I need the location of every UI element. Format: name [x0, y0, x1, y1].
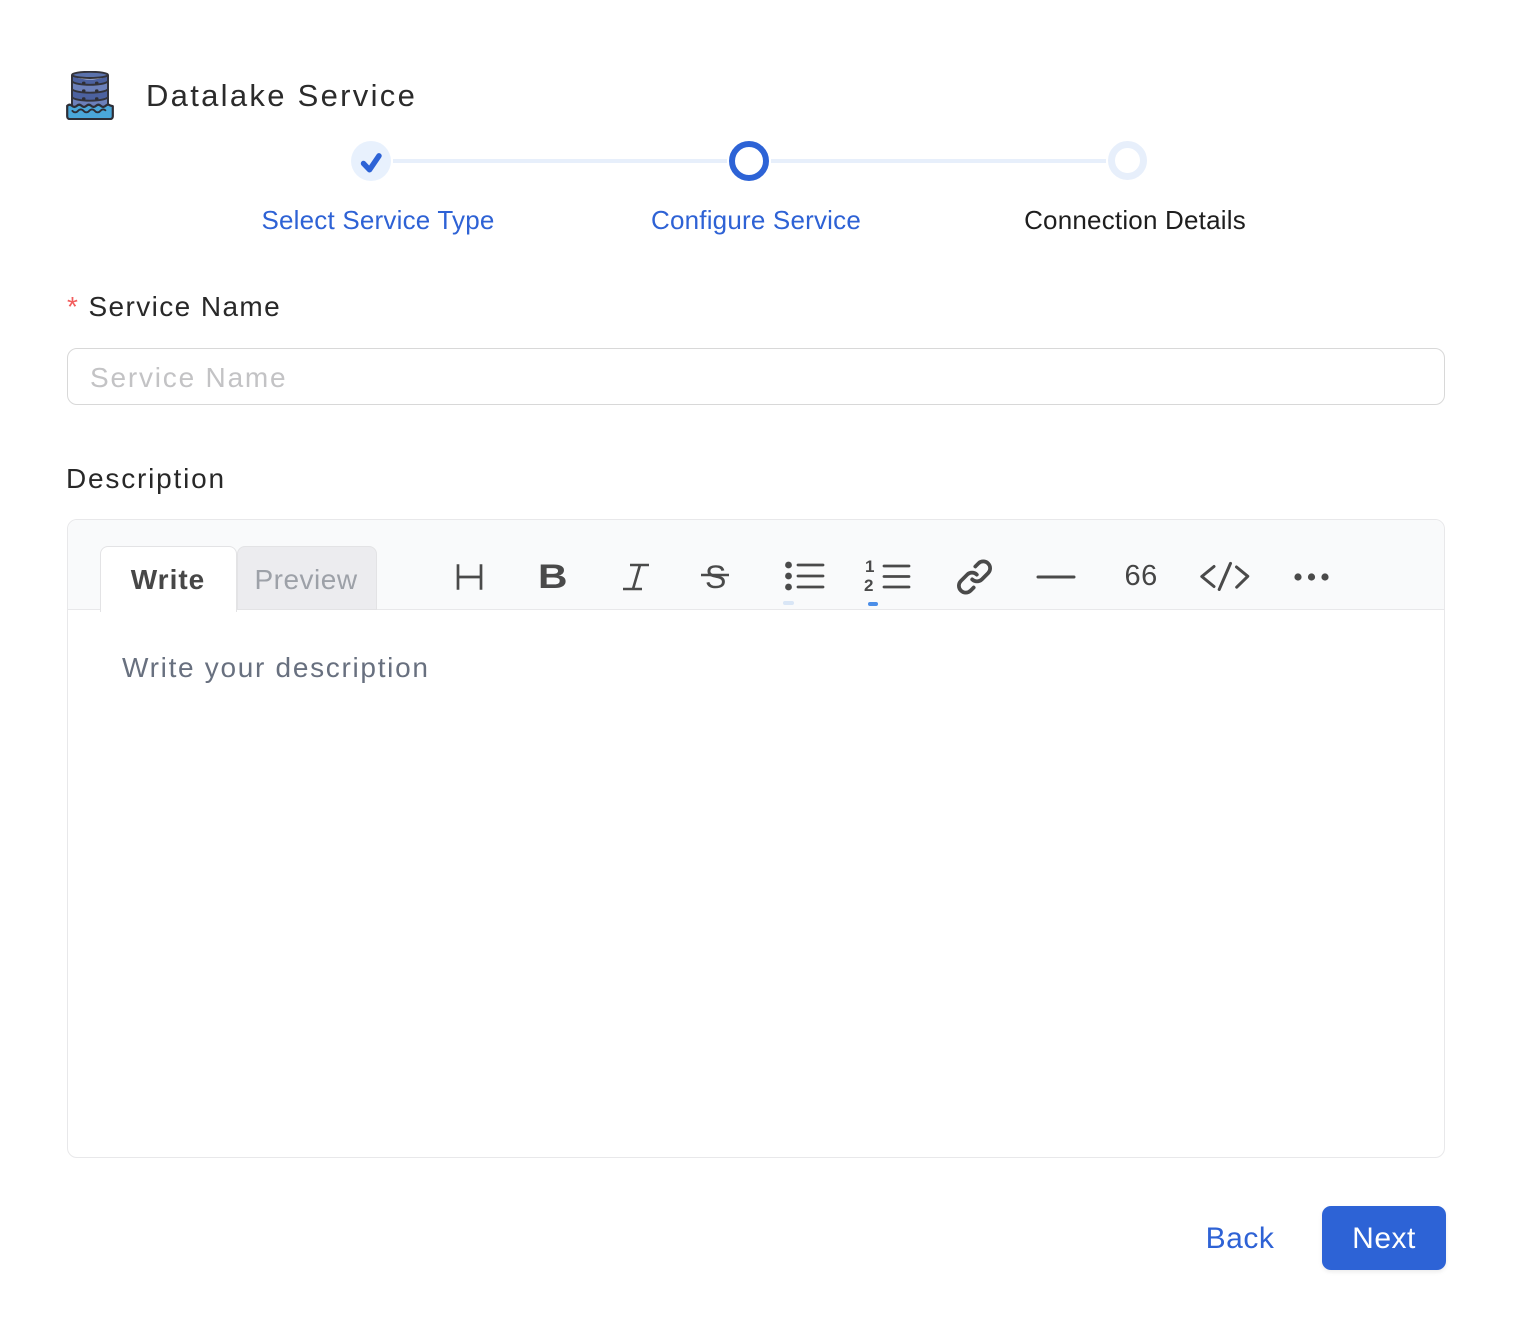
svg-text:B: B [538, 557, 567, 595]
svg-text:S: S [705, 559, 726, 595]
svg-text:66: 66 [1125, 560, 1158, 592]
svg-text:2: 2 [864, 576, 873, 595]
svg-text:1: 1 [865, 557, 874, 576]
